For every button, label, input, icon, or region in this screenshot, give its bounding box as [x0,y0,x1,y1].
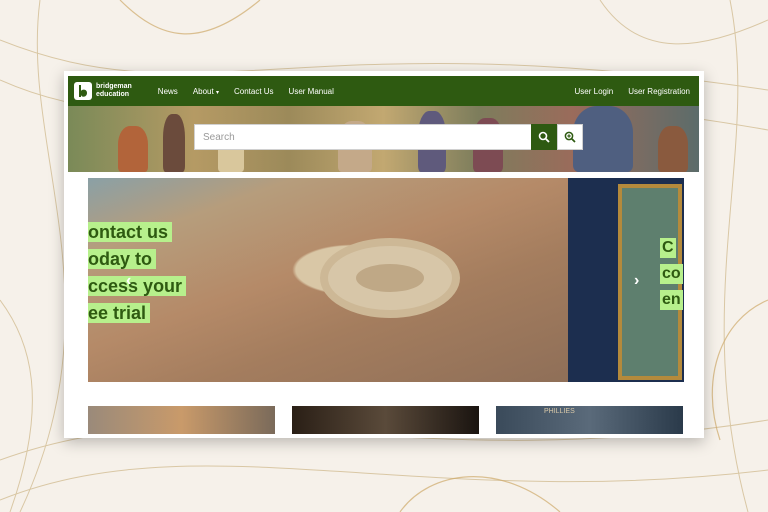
advanced-search-button[interactable] [557,124,583,150]
nav-user-login[interactable]: User Login [575,87,614,96]
carousel-prev-icon[interactable]: ‹ [126,272,131,290]
side-line-1: C [660,238,676,258]
header-banner-painting [68,106,699,172]
side-line-2: co [660,264,683,284]
side-line-3: en [660,290,683,310]
promo-line-1: ontact us [88,222,173,242]
nav-user-manual[interactable]: User Manual [289,87,334,96]
carousel-slide-artifact: C co en [568,178,684,382]
thumbnail-2[interactable] [292,406,479,434]
thumbnail-row: PHILLIES [88,406,684,434]
nav-user-registration[interactable]: User Registration [628,87,690,96]
carousel-slide-arena: ontact us oday to ccess your ee trial [88,178,568,382]
zoom-in-icon [564,131,576,143]
nav-contact-us[interactable]: Contact Us [234,87,274,96]
promo-line-3: ccess your [88,276,187,296]
search-button[interactable] [531,124,557,150]
thumbnail-1[interactable] [88,406,275,434]
chevron-down-icon: ▾ [215,89,219,96]
browser-page: bridgeman education News About ▾ Contact… [64,71,704,438]
hero-carousel[interactable]: ontact us oday to ccess your ee trial C … [88,178,684,382]
top-navbar: bridgeman education News About ▾ Contact… [68,76,699,106]
brand-name: bridgeman education [96,83,132,99]
nav-news[interactable]: News [158,87,178,96]
promo-line-4: ee trial [88,303,151,323]
search-icon [538,131,550,143]
brand-line2: education [96,91,130,98]
search-field [194,124,533,150]
arena-image [320,238,460,318]
nav-right-group: User Login User Registration [575,87,700,96]
logo-icon [74,82,92,100]
nav-about[interactable]: About ▾ [193,87,219,96]
search-input[interactable] [195,125,532,149]
brand-line1: bridgeman [96,83,132,90]
promo-line-2: oday to [88,249,157,269]
nav-about-label: About [192,86,214,96]
thumbnail-3-caption: PHILLIES [544,408,575,415]
brand-logo[interactable]: bridgeman education [74,76,132,106]
thumbnail-3[interactable]: PHILLIES [496,406,683,434]
carousel-next-icon[interactable]: › [634,272,639,290]
